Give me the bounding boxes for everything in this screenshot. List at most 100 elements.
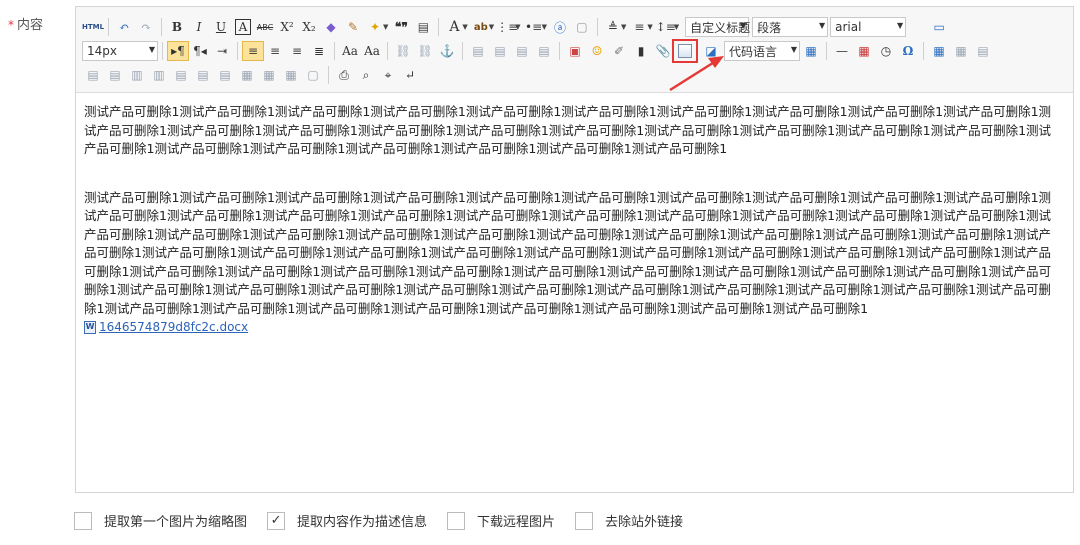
insert-col-icon[interactable]: ▥ [126, 65, 148, 85]
checkbox-checked[interactable]: ✓ [267, 511, 286, 530]
option-download-remote-images[interactable]: 下载远程图片 [447, 511, 555, 530]
merge-cells-icon[interactable]: ▤ [170, 65, 192, 85]
subscript-button[interactable]: X₂ [298, 17, 320, 37]
case-lower-icon[interactable]: Aa [361, 41, 383, 61]
word-file-icon: W [84, 320, 96, 334]
chart-icon[interactable]: ▢ [302, 65, 324, 85]
insert-row-icon[interactable]: ▤ [82, 65, 104, 85]
unlink-icon[interactable]: ⛓ [414, 41, 436, 61]
option-remove-external-links[interactable]: 去除站外链接 [575, 511, 683, 530]
link-icon[interactable]: ⛓ [392, 41, 414, 61]
chevron-down-icon[interactable]: ▼ [383, 23, 388, 31]
print-icon[interactable]: ⎙ [333, 65, 355, 85]
split-cells-icon[interactable]: ▦ [236, 65, 258, 85]
horizontal-rule-icon[interactable]: — [831, 41, 853, 61]
paragraph-select[interactable]: 段落 ▼ [752, 17, 829, 37]
toolbar-separator [462, 42, 463, 60]
emotion-icon[interactable]: ☺ [586, 41, 608, 61]
anchor-icon[interactable]: ⚓ [436, 41, 458, 61]
toolbar-separator [108, 18, 109, 36]
option-extract-description[interactable]: ✓ 提取内容作为描述信息 [267, 511, 427, 530]
indent-icon[interactable]: ⇥ [211, 41, 233, 61]
align-justify-icon[interactable]: ≣ [308, 41, 330, 61]
toolbar-separator [387, 42, 388, 60]
chevron-down-icon[interactable]: ▼ [674, 23, 679, 31]
split-rows-icon[interactable]: ▦ [258, 65, 280, 85]
redo-icon[interactable]: ↷ [135, 17, 157, 37]
image-float-none-icon[interactable]: ▤ [467, 41, 489, 61]
chevron-down-icon[interactable]: ▼ [621, 23, 626, 31]
checkbox[interactable] [447, 511, 466, 530]
strikethrough-button[interactable]: ABC [254, 17, 276, 37]
undo-icon[interactable]: ↶ [113, 17, 135, 37]
align-right-icon[interactable]: ≡ [286, 41, 308, 61]
required-mark: * [8, 18, 14, 32]
option-label: 提取内容作为描述信息 [297, 515, 428, 530]
align-center-icon[interactable]: ≡ [264, 41, 286, 61]
chevron-down-icon: ▼ [818, 21, 826, 30]
insert-image-icon [678, 44, 692, 58]
chevron-down-icon[interactable]: ▼ [515, 23, 520, 31]
image-center-icon[interactable]: ▤ [533, 41, 555, 61]
paste-plain-icon[interactable]: ▤ [412, 17, 434, 37]
line-break-icon[interactable]: ↵ [399, 65, 421, 85]
underline-button[interactable]: U [210, 17, 232, 37]
chevron-down-icon[interactable]: ▼ [647, 23, 652, 31]
chevron-down-icon[interactable]: ▼ [542, 23, 547, 31]
italic-button[interactable]: I [188, 17, 210, 37]
option-extract-thumbnail[interactable]: 提取第一个图片为缩略图 [74, 511, 247, 530]
toolbar-separator [334, 42, 335, 60]
special-chars-icon[interactable]: Ω [897, 41, 919, 61]
toolbar-separator [826, 42, 827, 60]
simple-upload-icon[interactable]: ▣ [564, 41, 586, 61]
content-field-label: * 内容 [8, 14, 43, 33]
ltr-direction-icon[interactable]: ▸¶ [167, 41, 189, 61]
insert-video-icon[interactable]: ▮ [630, 41, 652, 61]
insert-paragraph-before-table-icon[interactable]: ▤ [972, 41, 994, 61]
map-icon[interactable]: ◪ [700, 41, 722, 61]
chevron-down-icon[interactable]: ▼ [462, 23, 467, 31]
bold-button[interactable]: B [166, 17, 188, 37]
rtl-direction-icon[interactable]: ¶◂ [189, 41, 211, 61]
blockquote-button[interactable]: ❝❞ [390, 17, 412, 37]
eraser-icon[interactable]: ◆ [320, 17, 342, 37]
scrawl-icon[interactable]: ✐ [608, 41, 630, 61]
delete-row-icon[interactable]: ▤ [104, 65, 126, 85]
time-icon[interactable]: ◷ [875, 41, 897, 61]
merge-right-icon[interactable]: ▤ [192, 65, 214, 85]
template-icon[interactable]: ▦ [800, 41, 822, 61]
image-float-left-icon[interactable]: ▤ [489, 41, 511, 61]
checkbox[interactable] [575, 511, 594, 530]
font-border-button[interactable]: A [235, 19, 251, 35]
checkbox[interactable] [74, 511, 92, 530]
font-size-select[interactable]: 14px ▼ [82, 41, 158, 61]
source-code-button[interactable]: HTML [82, 17, 104, 37]
split-cols-icon[interactable]: ▦ [280, 65, 302, 85]
insert-image-button[interactable] [672, 39, 698, 63]
chevron-down-icon[interactable]: ▼ [489, 23, 494, 31]
editor-content[interactable]: 测试产品可删除1测试产品可删除1测试产品可删除1测试产品可删除1测试产品可删除1… [84, 103, 1059, 337]
preview-icon[interactable]: ⌕ [355, 65, 377, 85]
font-family-select[interactable]: arial ▼ [830, 17, 907, 37]
delete-col-icon[interactable]: ▥ [148, 65, 170, 85]
paragraph-value: 段落 [757, 20, 782, 35]
fullscreen-icon[interactable]: ▭ [928, 17, 950, 37]
option-label: 提取第一个图片为缩略图 [104, 515, 248, 530]
custom-title-select[interactable]: 自定义标题 ▼ [685, 17, 750, 37]
delete-table-icon[interactable]: ▦ [950, 41, 972, 61]
attachment-link[interactable]: 1646574879d8fc2c.docx [99, 318, 248, 337]
select-all-icon[interactable]: ⓐ [549, 17, 571, 37]
attachment-icon[interactable]: 📎 [652, 41, 674, 61]
image-float-right-icon[interactable]: ▤ [511, 41, 533, 61]
clear-doc-icon[interactable]: ▢ [571, 17, 593, 37]
insert-table-icon[interactable]: ▦ [928, 41, 950, 61]
align-left-icon[interactable]: ≡ [242, 41, 264, 61]
date-icon[interactable]: ▦ [853, 41, 875, 61]
case-upper-icon[interactable]: Aa [339, 41, 361, 61]
superscript-button[interactable]: X² [276, 17, 298, 37]
format-painter-icon[interactable]: ✎ [342, 17, 364, 37]
search-replace-icon[interactable]: ⌖ [377, 65, 399, 85]
code-language-select[interactable]: 代码语言 ▼ [724, 41, 800, 61]
toolbar-separator [596, 18, 598, 36]
merge-down-icon[interactable]: ▤ [214, 65, 236, 85]
